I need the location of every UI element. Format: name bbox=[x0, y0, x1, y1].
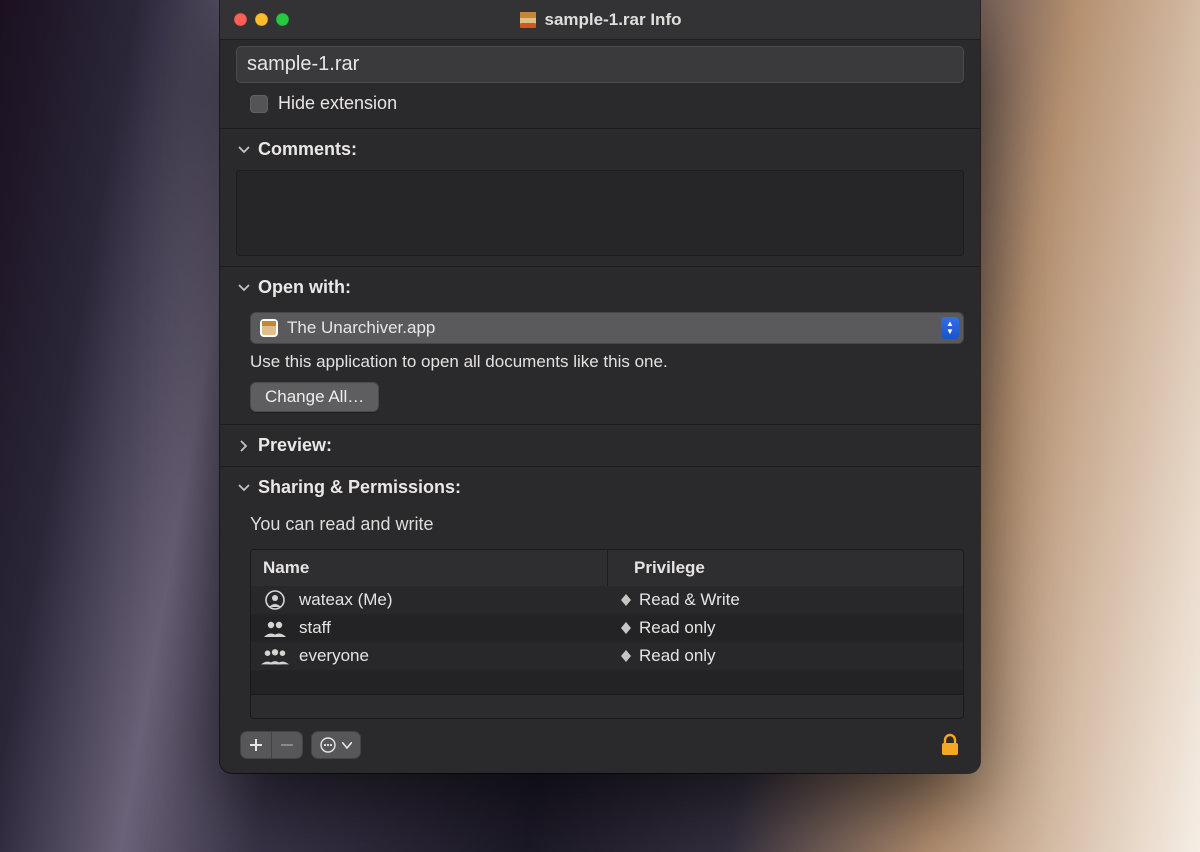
get-info-window: sample-1.rar Info sample-1.rar Hide exte… bbox=[220, 0, 980, 773]
permissions-table-header: Name Privilege bbox=[251, 550, 963, 586]
permissions-row[interactable]: wateax (Me) Read & Write bbox=[251, 586, 963, 614]
permissions-row[interactable]: staff Read only bbox=[251, 614, 963, 642]
filename-field[interactable]: sample-1.rar bbox=[236, 46, 964, 83]
window-title: sample-1.rar Info bbox=[220, 10, 980, 30]
unarchiver-app-icon bbox=[259, 318, 279, 338]
chevron-down-icon bbox=[236, 482, 252, 494]
minimize-window-button[interactable] bbox=[255, 13, 268, 26]
permissions-row[interactable]: everyone Read only bbox=[251, 642, 963, 670]
updown-icon bbox=[619, 594, 633, 606]
chevron-down-icon bbox=[236, 282, 252, 294]
hide-extension-label: Hide extension bbox=[278, 93, 397, 114]
group-icon bbox=[261, 618, 289, 638]
permissions-column-name[interactable]: Name bbox=[251, 550, 607, 586]
hide-extension-checkbox[interactable] bbox=[250, 95, 268, 113]
chevron-right-icon bbox=[236, 440, 252, 452]
preview-section-header[interactable]: Preview: bbox=[232, 425, 968, 466]
permissions-table-footer bbox=[251, 694, 963, 718]
open-with-select[interactable]: The Unarchiver.app ▲▼ bbox=[250, 312, 964, 344]
lock-button[interactable] bbox=[940, 733, 960, 757]
permissions-row-name: everyone bbox=[299, 646, 369, 666]
updown-icon bbox=[619, 650, 633, 662]
info-body: sample-1.rar Hide extension Comments: Op… bbox=[220, 40, 980, 773]
add-user-button[interactable] bbox=[241, 732, 271, 758]
group-icon bbox=[261, 646, 289, 666]
zoom-window-button[interactable] bbox=[276, 13, 289, 26]
preview-label: Preview: bbox=[258, 435, 332, 456]
updown-icon bbox=[619, 622, 633, 634]
sharing-section-header[interactable]: Sharing & Permissions: bbox=[232, 467, 968, 508]
permissions-summary: You can read and write bbox=[250, 514, 964, 535]
chevron-down-icon bbox=[342, 742, 352, 749]
popup-stepper-icon: ▲▼ bbox=[941, 317, 959, 339]
chevron-down-icon bbox=[236, 144, 252, 156]
open-with-helper-text: Use this application to open all documen… bbox=[250, 352, 964, 372]
window-controls bbox=[234, 13, 289, 26]
open-with-label: Open with: bbox=[258, 277, 351, 298]
open-with-selected-app: The Unarchiver.app bbox=[287, 318, 435, 338]
change-all-button[interactable]: Change All… bbox=[250, 382, 379, 412]
permissions-row-empty bbox=[251, 670, 963, 694]
open-with-section-header[interactable]: Open with: bbox=[232, 267, 968, 308]
ellipsis-circle-icon bbox=[320, 737, 336, 753]
permissions-row-privilege: Read & Write bbox=[639, 590, 740, 610]
permissions-table: Name Privilege wateax (Me) Read & Write bbox=[250, 549, 964, 719]
window-title-text: sample-1.rar Info bbox=[545, 10, 682, 30]
permissions-row-name: wateax (Me) bbox=[299, 590, 393, 610]
close-window-button[interactable] bbox=[234, 13, 247, 26]
comments-textarea[interactable] bbox=[236, 170, 964, 256]
add-remove-segment bbox=[240, 731, 303, 759]
permissions-row-name: staff bbox=[299, 618, 331, 638]
hide-extension-row: Hide extension bbox=[250, 93, 964, 114]
comments-section-header[interactable]: Comments: bbox=[232, 129, 968, 170]
titlebar: sample-1.rar Info bbox=[220, 0, 980, 40]
sharing-label: Sharing & Permissions: bbox=[258, 477, 461, 498]
remove-user-button[interactable] bbox=[271, 732, 302, 758]
permissions-action-menu[interactable] bbox=[311, 731, 361, 759]
permissions-row-privilege: Read only bbox=[639, 618, 716, 638]
permissions-row-privilege: Read only bbox=[639, 646, 716, 666]
permissions-column-privilege[interactable]: Privilege bbox=[607, 550, 963, 586]
user-icon bbox=[261, 590, 289, 610]
comments-label: Comments: bbox=[258, 139, 357, 160]
permissions-toolbar bbox=[232, 725, 968, 765]
rar-file-icon bbox=[519, 11, 537, 29]
